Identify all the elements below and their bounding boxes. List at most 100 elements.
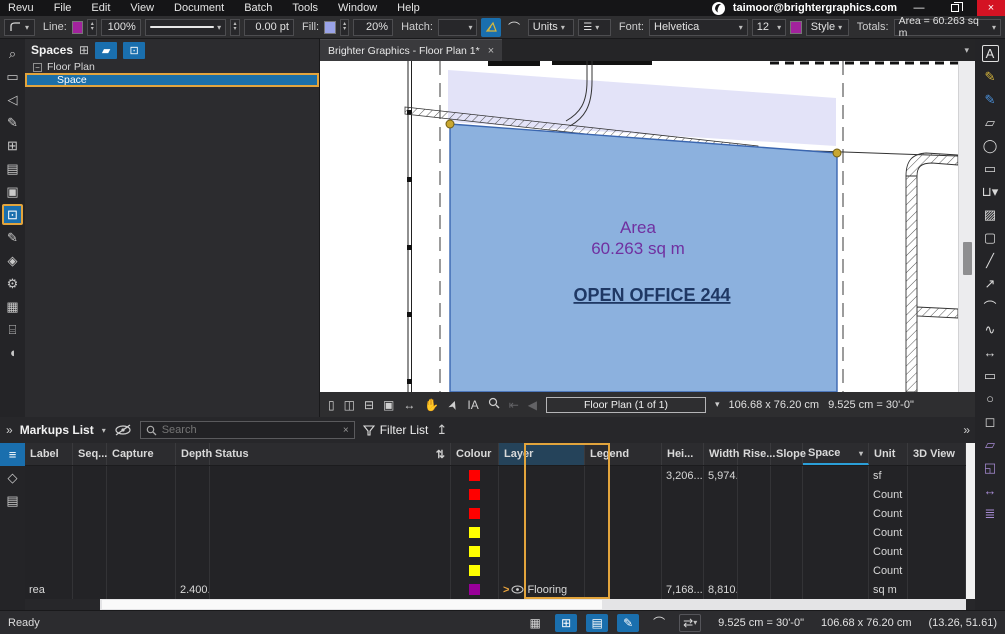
markup-color-swatch[interactable] <box>469 508 480 519</box>
snap-to-markup-icon[interactable]: ✎ <box>617 614 639 632</box>
markup-color-swatch[interactable] <box>469 489 480 500</box>
tab-close-icon[interactable]: × <box>488 45 494 57</box>
hide-markups-icon[interactable] <box>114 424 132 436</box>
line-style-dropdown[interactable]: ▾ <box>145 19 226 36</box>
fit-width-icon[interactable]: ↔ <box>403 398 415 412</box>
markup-summary-icon[interactable]: ✎ <box>2 227 23 248</box>
fill-opacity-stepper[interactable]: ▴▾ <box>340 19 350 36</box>
markup-row[interactable]: Count <box>25 542 966 561</box>
select-tool-icon[interactable]: ➤ <box>445 397 462 411</box>
menu-edit[interactable]: Edit <box>91 2 110 14</box>
bookmarks-icon[interactable]: ▣ <box>2 181 23 202</box>
space-handle[interactable] <box>833 149 841 157</box>
markup-color-swatch[interactable] <box>469 565 480 576</box>
expand-row-arrow[interactable]: > <box>503 584 509 596</box>
signature-icon[interactable]: ✎ <box>2 112 23 133</box>
column-header-capture[interactable]: Capture <box>107 443 176 465</box>
callout-tool-icon[interactable]: ▭ <box>980 158 1001 179</box>
totals-dropdown[interactable]: Area = 60.263 sq m▾ <box>894 19 1001 36</box>
restore-button[interactable] <box>941 0 969 16</box>
export-summary-icon[interactable]: ↥ <box>436 422 447 438</box>
status-scale[interactable]: 9.525 cm = 30'-0" <box>718 617 804 629</box>
column-header-space[interactable]: Space▾ <box>803 443 869 465</box>
font-dropdown[interactable]: Helvetica▾ <box>649 19 748 36</box>
markup-row[interactable]: Count <box>25 485 966 504</box>
markups-search-box[interactable]: × <box>140 421 355 439</box>
menu-revu[interactable]: Revu <box>8 2 34 14</box>
side-by-side-view-icon[interactable]: ◫ <box>344 398 355 412</box>
menu-document[interactable]: Document <box>174 2 224 14</box>
markup-row[interactable]: 3,206...5,974...sf <box>25 466 966 485</box>
tag-icon[interactable]: ◁ <box>2 89 23 110</box>
tab-overflow-chevron[interactable]: ▾ <box>964 45 969 56</box>
expand-columns-icon[interactable]: » <box>963 423 969 437</box>
polygon-tool-icon[interactable]: ◻ <box>980 411 1001 432</box>
reuse-markup-icon[interactable]: ⌒ <box>648 614 670 632</box>
pen-tool-icon[interactable]: ✎ <box>980 89 1001 110</box>
markups-list-chevron[interactable]: ▾ <box>102 426 106 435</box>
lasso-tool-icon[interactable]: ◯ <box>980 135 1001 156</box>
close-button[interactable]: × <box>977 0 1005 16</box>
tool-preset-dropdown[interactable]: ▾ <box>4 19 35 36</box>
stamp-tool-icon[interactable]: ⊔▾ <box>980 181 1001 202</box>
sync-views-icon[interactable]: ⇄ ▾ <box>679 614 701 632</box>
markup-color-swatch[interactable] <box>469 470 480 481</box>
font-size-dropdown[interactable]: 12▾ <box>752 19 786 36</box>
layers-icon[interactable]: ◈ <box>2 250 23 271</box>
column-header-rise[interactable]: Rise... <box>738 443 771 465</box>
filter-list-button[interactable]: Filter List <box>363 423 429 437</box>
menu-tools[interactable]: Tools <box>292 2 318 14</box>
font-color-swatch[interactable] <box>790 21 802 34</box>
column-header-depth[interactable]: Depth <box>176 443 210 465</box>
spaces-tree-selected-item[interactable]: Space <box>25 73 319 87</box>
style-dropdown[interactable]: Style▾ <box>806 19 849 36</box>
fill-opacity-value[interactable]: 20% <box>353 19 393 36</box>
document-tab[interactable]: Brighter Graphics - Floor Plan 1* × <box>320 39 502 61</box>
markup-color-swatch[interactable] <box>469 527 480 538</box>
sort-icon[interactable]: ⇅ <box>436 448 445 461</box>
clear-search-icon[interactable]: × <box>343 425 349 436</box>
collapse-icon[interactable]: − <box>33 63 42 72</box>
toolbox-icon[interactable]: ⌸ <box>2 319 23 340</box>
space-handle[interactable] <box>446 120 454 128</box>
image-tool-icon[interactable]: ▨ <box>980 204 1001 225</box>
settings-gear-icon[interactable]: ⚙ <box>2 273 23 294</box>
column-header-slope[interactable]: Slope <box>771 443 803 465</box>
arc-tool-icon[interactable]: ⌒ <box>980 296 1001 317</box>
expand-panel-icon[interactable]: » <box>6 423 12 437</box>
menu-view[interactable]: View <box>130 2 154 14</box>
markup-color-swatch[interactable] <box>469 584 480 595</box>
properties-icon[interactable]: ▦ <box>2 296 23 317</box>
ellipse-tool-icon[interactable]: ○ <box>980 388 1001 409</box>
line-width-stepper[interactable]: ▴▾ <box>230 19 240 36</box>
measurements-icon[interactable]: ▭ <box>2 66 23 87</box>
grid-icon[interactable]: ▦ <box>524 614 546 632</box>
markup-row[interactable]: rea2.400...>Flooring7,168...8,810...sq m <box>25 580 966 599</box>
space-view-toggle-outline[interactable]: ⊡ <box>123 42 145 59</box>
file-access-icon[interactable]: ▤ <box>2 158 23 179</box>
column-header-unit[interactable]: Unit <box>869 443 908 465</box>
line-color-swatch[interactable] <box>72 21 84 34</box>
measure-protractor-icon[interactable]: ✎ <box>980 66 1001 87</box>
dimension-tool-icon[interactable]: ↔ <box>980 342 1001 363</box>
first-page-icon[interactable]: ⇤ <box>509 398 519 412</box>
line-tool-icon[interactable]: ╱ <box>980 250 1001 271</box>
search-input[interactable] <box>162 424 338 436</box>
markups-horizontal-scrollbar[interactable] <box>25 599 966 610</box>
polyline-tool-icon[interactable]: ∿ <box>980 319 1001 340</box>
single-page-view-icon[interactable]: ▯ <box>328 398 335 412</box>
column-header-view3d[interactable]: 3D View <box>908 443 966 465</box>
line-opacity-stepper[interactable]: ▴▾ <box>87 19 97 36</box>
column-sort-chevron[interactable]: ▾ <box>859 449 863 458</box>
fill-color-swatch[interactable] <box>324 21 336 34</box>
markups-vertical-scrollbar[interactable] <box>966 443 975 599</box>
pdf-canvas[interactable]: Area 60.263 sq m OPEN OFFICE 244 <box>320 61 975 392</box>
menu-file[interactable]: File <box>54 2 72 14</box>
spaces-tree-root[interactable]: − Floor Plan <box>25 61 319 73</box>
eraser-tool-icon[interactable]: ▱ <box>980 112 1001 133</box>
split-horizontal-view-icon[interactable]: ⊟ <box>364 398 374 412</box>
arrow-tool-icon[interactable]: ↗ <box>980 273 1001 294</box>
cutout-measure-icon[interactable]: ◱ <box>980 457 1001 478</box>
account-email[interactable]: taimoor@brightergraphics.com <box>733 2 897 14</box>
pan-tool-icon[interactable]: ✋ <box>424 398 439 412</box>
